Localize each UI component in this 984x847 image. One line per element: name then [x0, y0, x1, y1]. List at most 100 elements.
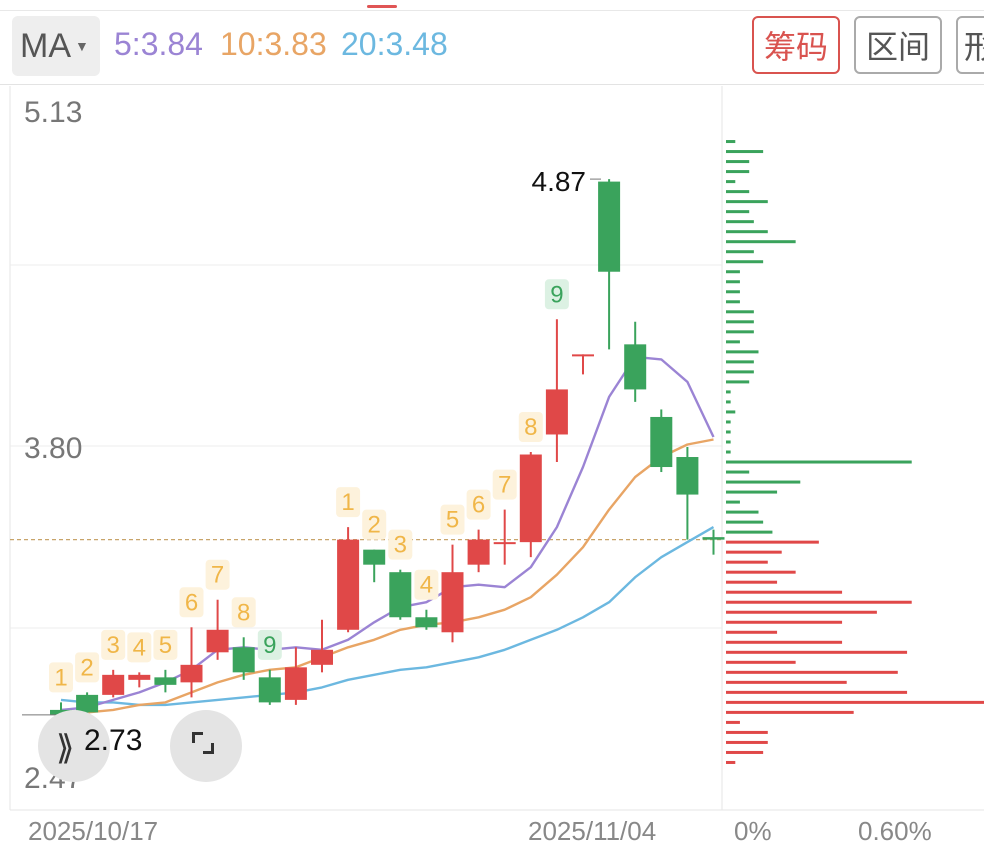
sequence-label: 1: [341, 489, 354, 516]
sequence-label: 2: [368, 512, 381, 539]
candle-body: [128, 674, 151, 680]
profile-bar: [726, 380, 750, 384]
profile-bar: [726, 490, 778, 494]
profile-bar: [726, 320, 754, 324]
candle-body: [337, 539, 360, 630]
profile-bar: [726, 180, 736, 184]
profile-bar: [726, 390, 731, 394]
sequence-label: 6: [472, 492, 485, 519]
profile-bar: [726, 330, 754, 334]
candle-body: [572, 354, 594, 357]
sequence-label: 4: [133, 634, 146, 661]
profile-bar: [726, 550, 782, 554]
double-chevron-right-icon: ⟩⟩: [56, 728, 74, 768]
sequence-label: 7: [211, 562, 224, 589]
candle-body: [676, 457, 699, 495]
y-axis-top-label: 5.13: [24, 96, 83, 129]
profile-bar: [726, 660, 796, 664]
profile-bar: [726, 670, 898, 674]
profile-bar: [726, 140, 736, 144]
profile-bar: [726, 620, 843, 624]
profile-bar: [726, 230, 768, 234]
candle-body: [650, 416, 673, 468]
profile-bar: [726, 650, 908, 654]
candle-body: [441, 572, 464, 633]
sequence-label: 1: [54, 664, 67, 691]
sequence-label: 6: [185, 589, 198, 616]
candlestick-chart[interactable]: 1 23 4 56789123456789 4.87: [0, 0, 984, 828]
sequence-label: 2: [80, 654, 93, 681]
profile-bar: [726, 420, 731, 424]
profile-bar: [726, 480, 801, 484]
candle-body: [545, 389, 568, 435]
candle-body: [284, 667, 307, 700]
x-axis-end-label: 2025/11/04: [528, 816, 657, 846]
profile-bar: [726, 590, 843, 594]
sequence-label: 7: [498, 472, 511, 499]
profile-bar: [726, 560, 768, 564]
profile-bar: [726, 370, 754, 374]
candle-body: [206, 629, 229, 653]
sequence-label: 9: [550, 281, 563, 308]
profile-bar: [726, 600, 912, 604]
sequence-label: 5: [446, 507, 459, 534]
profile-bar: [726, 700, 984, 704]
profile-bar: [726, 610, 877, 614]
profile-bar: [726, 310, 754, 314]
profile-bar: [726, 360, 754, 364]
sequence-label: 8: [237, 599, 250, 626]
profile-bar: [726, 460, 912, 464]
profile-bar: [726, 570, 796, 574]
profile-bar: [726, 760, 736, 764]
profile-bar: [726, 250, 754, 254]
profile-bar: [726, 240, 796, 244]
candle-body: [232, 647, 255, 673]
profile-bar: [726, 290, 740, 294]
candle-body: [467, 539, 490, 565]
candle-body: [415, 617, 438, 628]
candle-body: [154, 677, 177, 685]
candle-body: [493, 542, 516, 545]
profile-bar: [726, 510, 759, 514]
sequence-label: 3: [394, 532, 407, 559]
profile-bar: [726, 470, 750, 474]
profile-bar: [726, 400, 731, 404]
profile-bar: [726, 520, 764, 524]
profile-bar: [726, 410, 736, 414]
profile-bar: [726, 540, 819, 544]
profile-bar: [726, 270, 740, 274]
profile-bar: [726, 440, 731, 444]
candle-body: [258, 677, 281, 703]
profile-bar: [726, 730, 768, 734]
sequence-label: 8: [524, 414, 537, 441]
profile-bar: [726, 530, 773, 534]
profile-bar: [726, 220, 754, 224]
candle-body: [624, 344, 647, 390]
profile-bar: [726, 690, 908, 694]
profile-bar: [726, 430, 731, 434]
profile-bar: [726, 680, 847, 684]
candle-body: [363, 549, 386, 565]
profile-bar: [726, 640, 843, 644]
sequence-label: 4: [420, 572, 433, 599]
profile-bar: [726, 150, 764, 154]
profile-bar: [726, 720, 740, 724]
sequence-label: 9: [263, 632, 276, 659]
fullscreen-corners-icon: [192, 732, 214, 754]
profile-bar: [726, 580, 778, 584]
candle-body: [180, 664, 203, 683]
profile-bar: [726, 450, 731, 454]
profile-bar: [726, 190, 750, 194]
y-axis-mid-label: 3.80: [24, 432, 83, 465]
candle-body: [702, 537, 725, 540]
sequence-label: 5: [159, 632, 172, 659]
profile-bar: [726, 630, 778, 634]
profile-pct-left: 0%: [734, 816, 772, 846]
candle-body: [598, 181, 621, 272]
profile-bar: [726, 160, 750, 164]
profile-bar: [726, 280, 740, 284]
profile-bar: [726, 350, 759, 354]
profile-bar: [726, 710, 854, 714]
profile-bar: [726, 170, 750, 174]
profile-bar: [726, 740, 768, 744]
